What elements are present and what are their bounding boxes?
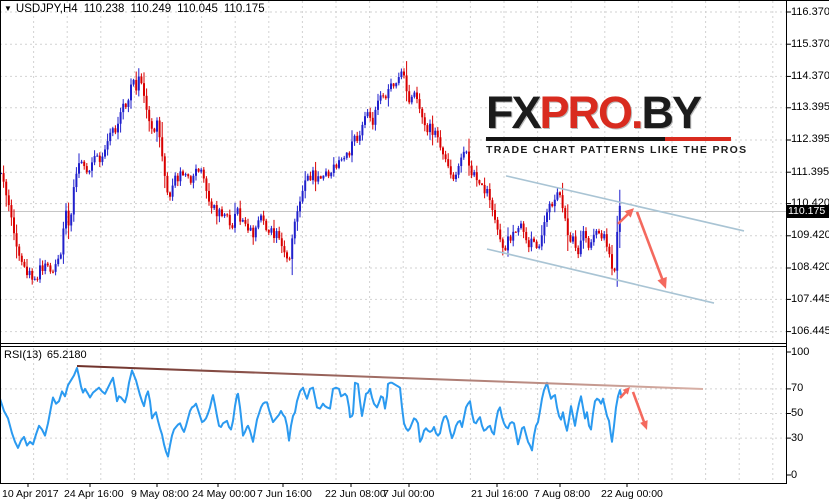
rsi-arrow-down-head — [640, 420, 648, 430]
rsi-forecast-arrows — [619, 387, 648, 430]
price-axis-label: 109.420 — [791, 229, 829, 242]
grid-layer — [0, 1, 786, 481]
price-axis-label: 107.445 — [791, 292, 829, 305]
rsi-axis-label: 30 — [791, 431, 804, 444]
price-axis-label: 106.445 — [791, 325, 829, 338]
price-axis-label: 111.395 — [791, 165, 829, 178]
logo-fx: FX — [486, 87, 541, 138]
main-chart[interactable] — [0, 0, 829, 504]
price-arrow-down — [635, 211, 665, 281]
current-price-tag: 110.175 — [786, 205, 829, 218]
price-axis-label: 108.420 — [791, 261, 829, 274]
channel-lower-line[interactable] — [486, 248, 715, 304]
time-axis-label: 22 Aug 00:00 — [601, 488, 663, 500]
fxpro-watermark: FXPRO.BY TRADE CHART PATTERNS LIKE THE P… — [486, 90, 748, 156]
symbol-timeframe-label: USDJPY,H4 — [15, 3, 78, 15]
quote-close: 110.175 — [223, 3, 265, 15]
chart-window: ▼ USDJPY,H4 110.238 110.249 110.045 110.175 F… — [0, 0, 829, 504]
price-axis-label: 116.370 — [791, 5, 829, 18]
panel-borders — [0, 0, 829, 484]
price-axis-label: 113.395 — [791, 101, 829, 114]
logo-pro: PRO. — [539, 87, 644, 138]
logo-divider-line — [486, 137, 731, 141]
quote-high: 110.249 — [130, 3, 172, 15]
price-arrow-down-head — [657, 276, 667, 289]
quote-open: 110.238 — [83, 3, 125, 15]
time-axis-label: 21 Jul 16:00 — [471, 488, 529, 500]
rsi-name: RSI(13) — [4, 349, 42, 361]
time-axis-label: 7 Aug 08:00 — [534, 488, 591, 500]
symbol-dropdown-caret[interactable]: ▼ — [4, 4, 12, 13]
forecast-arrows — [617, 208, 667, 289]
time-axis-label: 7 Jun 16:00 — [257, 488, 312, 500]
time-axis-label: 24 May 00:00 — [192, 488, 256, 500]
rsi-axis-label: 70 — [791, 382, 804, 395]
time-axis-label: 10 Apr 2017 — [2, 488, 59, 500]
rsi-axis-label: 0 — [791, 468, 798, 481]
price-axis-label: 115.370 — [791, 37, 829, 50]
time-axis-label: 22 Jun 08:00 — [325, 488, 386, 500]
rsi-indicator-label: RSI(13) 65.2180 — [4, 349, 87, 361]
rsi-value: 65.2180 — [46, 349, 87, 361]
price-axis-label: 112.395 — [791, 133, 829, 146]
time-axis-label: 24 Apr 16:00 — [64, 488, 124, 500]
rsi-line — [0, 367, 622, 458]
logo-by: BY — [641, 87, 702, 138]
time-axis-label: 7 Jul 00:00 — [383, 488, 435, 500]
rsi-axis-label: 100 — [791, 345, 810, 358]
chart-title: ▼ USDJPY,H4 110.238 110.249 110.045 110.175 — [4, 3, 265, 15]
rsi-axis-label: 50 — [791, 407, 804, 419]
logo-tagline: TRADE CHART PATTERNS LIKE THE PROS — [486, 144, 748, 156]
price-axis-label: 114.370 — [791, 69, 829, 82]
fxpro-logo-text: FXPRO.BY — [486, 90, 731, 135]
time-axis-label: 9 May 08:00 — [131, 488, 189, 500]
axis-ticks — [27, 11, 791, 487]
quote-low: 110.045 — [177, 3, 218, 15]
rsi-trendline[interactable] — [76, 365, 704, 391]
